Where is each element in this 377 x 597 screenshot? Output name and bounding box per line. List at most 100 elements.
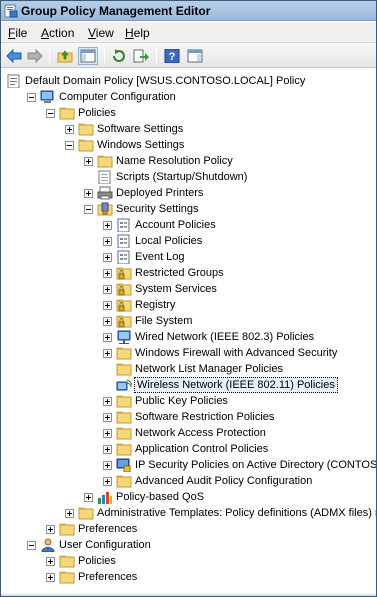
expand-icon[interactable] (46, 557, 55, 566)
collapse-icon[interactable] (46, 109, 55, 118)
expand-icon[interactable] (103, 413, 112, 422)
refresh-button[interactable] (109, 47, 129, 65)
expand-icon[interactable] (46, 573, 55, 582)
tree-item[interactable]: Computer Configuration (1, 89, 376, 105)
menu-action[interactable]: Action (41, 26, 74, 40)
folder-icon (78, 507, 94, 520)
lock-folder-icon (116, 299, 132, 312)
tree-item-label: Default Domain Policy [WSUS.CONTOSO.LOCA… (25, 75, 306, 87)
properties-pane-button[interactable] (185, 47, 205, 65)
expand-icon[interactable] (103, 445, 112, 454)
expand-icon[interactable] (84, 189, 93, 198)
expand-icon[interactable] (103, 461, 112, 470)
folder-icon (59, 555, 75, 568)
menu-file[interactable]: File (8, 26, 27, 40)
tree-item[interactable]: Administrative Templates: Policy definit… (1, 505, 376, 521)
scripts-icon (98, 170, 111, 184)
tree-item[interactable]: Windows Firewall with Advanced Security (1, 345, 376, 361)
expand-icon[interactable] (103, 397, 112, 406)
menu-view[interactable]: View (88, 26, 114, 40)
expand-icon[interactable] (84, 157, 93, 166)
tree-item[interactable]: Default Domain Policy [WSUS.CONTOSO.LOCA… (1, 73, 376, 89)
tree-item[interactable]: System Services (1, 281, 376, 297)
tree-item-label: Preferences (78, 571, 138, 583)
expand-icon[interactable] (103, 317, 112, 326)
tree-item[interactable]: Preferences (1, 521, 376, 537)
tree-item[interactable]: Account Policies (1, 217, 376, 233)
tree-item[interactable]: Security Settings (1, 201, 376, 217)
collapse-icon[interactable] (84, 205, 93, 214)
up-folder-icon (57, 50, 73, 63)
expand-icon[interactable] (103, 349, 112, 358)
collapse-icon[interactable] (27, 541, 36, 550)
tree-item-label: User Configuration (59, 539, 151, 551)
expand-icon[interactable] (103, 301, 112, 310)
console-tree[interactable]: Default Domain Policy [WSUS.CONTOSO.LOCA… (1, 69, 376, 596)
folder-icon (116, 427, 132, 440)
expand-icon[interactable] (65, 509, 74, 518)
tree-item[interactable]: Local Policies (1, 233, 376, 249)
forward-button[interactable] (25, 47, 45, 65)
expand-icon[interactable] (84, 493, 93, 502)
forward-icon (27, 49, 43, 63)
tree-item[interactable]: User Configuration (1, 537, 376, 553)
menu-help[interactable]: Help (125, 26, 150, 40)
tree-item-label: Local Policies (135, 235, 203, 247)
folder-icon (59, 571, 75, 584)
tree-item-label: IP Security Policies on Active Directory… (135, 459, 376, 471)
up-one-level-button[interactable] (55, 47, 75, 65)
folder-icon (78, 123, 94, 136)
tree-item[interactable]: IP Security Policies on Active Directory… (1, 457, 376, 473)
tree-item-label: Network List Manager Policies (135, 363, 283, 375)
tree-item[interactable]: Windows Settings (1, 137, 376, 153)
expand-icon[interactable] (103, 429, 112, 438)
tree-item[interactable]: Wired Network (IEEE 802.3) Policies (1, 329, 376, 345)
tree-item-label: Advanced Audit Policy Configuration (135, 475, 313, 487)
pane-bottom-edge (1, 594, 376, 596)
tree-item[interactable]: Wireless Network (IEEE 802.11) Policies (1, 377, 376, 393)
export-list-button[interactable] (131, 47, 151, 65)
tree-item[interactable]: Advanced Audit Policy Configuration (1, 473, 376, 489)
expand-icon[interactable] (103, 253, 112, 262)
tree-item[interactable]: Public Key Policies (1, 393, 376, 409)
expand-icon[interactable] (103, 237, 112, 246)
tree-item[interactable]: File System (1, 313, 376, 329)
wireless-icon (116, 379, 132, 391)
tree-item[interactable]: Name Resolution Policy (1, 153, 376, 169)
properties-pane-icon (187, 49, 203, 63)
tree-item[interactable]: Preferences (1, 569, 376, 585)
collapse-icon[interactable] (27, 93, 36, 102)
expand-icon[interactable] (103, 477, 112, 486)
collapse-icon[interactable] (65, 141, 74, 150)
tree-item[interactable]: Network List Manager Policies (1, 361, 376, 377)
tree-item-label: Network Access Protection (135, 427, 266, 439)
tree-item-label: Name Resolution Policy (116, 155, 233, 167)
tree-item[interactable]: Restricted Groups (1, 265, 376, 281)
tree-item[interactable]: Event Log (1, 249, 376, 265)
tree-item[interactable]: Software Settings (1, 121, 376, 137)
expand-icon[interactable] (65, 125, 74, 134)
tree-item[interactable]: Application Control Policies (1, 441, 376, 457)
tree-item[interactable]: Software Restriction Policies (1, 409, 376, 425)
tree-item[interactable]: Network Access Protection (1, 425, 376, 441)
show-hide-tree-icon (80, 49, 96, 63)
tree-item[interactable]: Policies (1, 553, 376, 569)
back-button[interactable] (4, 47, 24, 65)
expand-icon[interactable] (103, 285, 112, 294)
gpo-icon (7, 74, 20, 88)
tree-item[interactable]: Scripts (Startup/Shutdown) (1, 169, 376, 185)
tree-item[interactable]: Policy-based QoS (1, 489, 376, 505)
help-button[interactable]: ? (162, 47, 182, 65)
show-hide-tree-button[interactable] (78, 47, 98, 65)
tree-item-label: Software Restriction Policies (135, 411, 275, 423)
expand-icon[interactable] (103, 269, 112, 278)
tree-item[interactable]: Policies (1, 105, 376, 121)
expand-icon[interactable] (103, 333, 112, 342)
expand-icon[interactable] (103, 221, 112, 230)
tree-item[interactable]: Registry (1, 297, 376, 313)
tree-item[interactable]: Deployed Printers (1, 185, 376, 201)
security-icon (97, 202, 113, 216)
folder-icon (78, 139, 94, 152)
folder-icon (116, 475, 132, 488)
expand-icon[interactable] (46, 525, 55, 534)
